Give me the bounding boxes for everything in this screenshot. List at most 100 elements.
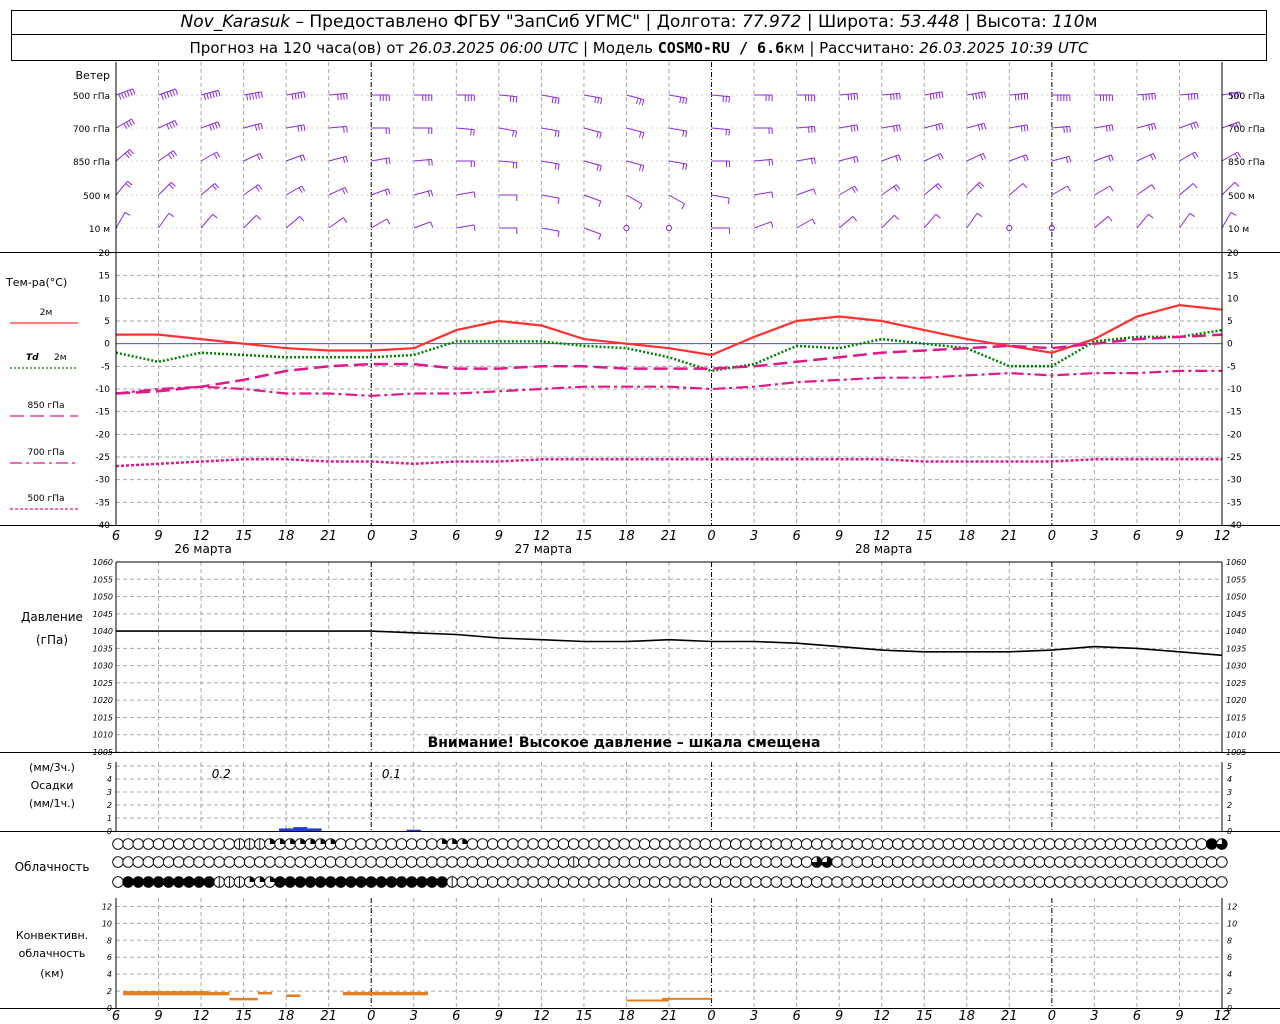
cloud-cover-circle: [780, 838, 793, 850]
cloud-cover-circle: [699, 838, 712, 850]
wind-barbs: [115, 88, 1242, 240]
wind-barb-feather: [771, 159, 774, 166]
cloud-cover-circle: [426, 856, 438, 868]
cloud-cover-circle: [1216, 876, 1228, 888]
cloud-cover-circle: [264, 856, 276, 868]
cloud-cover-circle: [365, 856, 377, 868]
wind-barb-feather: [1148, 213, 1154, 219]
wind-barb-staff: [1179, 212, 1191, 229]
cloud-cover-circle: [800, 876, 813, 888]
wind-barb-feather: [203, 94, 207, 101]
cloud-cover-circle: [740, 838, 752, 850]
wind-barb-staff: [1094, 216, 1109, 229]
conv-time-tick: 18: [278, 1009, 295, 1024]
cloud-cover-circle: [1013, 876, 1026, 888]
cloud-cover-circle: [1175, 838, 1188, 850]
wind-barb-feather: [303, 91, 306, 98]
wind-barb-feather: [1020, 125, 1023, 132]
cloud-cover-circle: [689, 856, 702, 868]
cloud-cover-circle: [567, 876, 580, 888]
wind-barb-feather: [1067, 185, 1071, 192]
precip-tick-left: 0: [107, 827, 112, 836]
cloud-cover-circle: [112, 856, 124, 868]
conv-tick-right: 8: [1227, 936, 1232, 945]
wind-barb-feather: [597, 97, 600, 104]
convective-cloud-bar: [661, 997, 712, 1000]
wind-barb-feather: [428, 159, 430, 166]
pressure-tick-left: 1015: [93, 713, 113, 722]
conv-time-tick: 12: [1214, 1009, 1231, 1024]
cloud-cover-circle: [537, 856, 550, 868]
cloud-cover-circle: [973, 838, 985, 850]
temp-tick-left: 5: [104, 317, 110, 327]
temp-tick-left: 10: [99, 294, 111, 304]
wind-barb-feather: [641, 132, 645, 139]
cloud-cover-circle: [730, 876, 742, 888]
wind-barb-feather: [211, 123, 215, 130]
cloud-cover-circle: [122, 876, 134, 888]
wind-barb-staff: [881, 184, 897, 196]
wind-level-label: 10 м: [89, 225, 110, 235]
wind-barb-staff: [583, 227, 602, 235]
cloud-cover-circle: [324, 856, 337, 868]
temp-time-tick: 0: [367, 529, 375, 544]
precip-tick-left: 4: [107, 775, 112, 784]
cloud-cover-circle: [294, 856, 307, 868]
cloud-cover-circle: [395, 876, 408, 888]
wind-barb-feather: [1014, 94, 1017, 101]
cloud-cover-circle: [902, 876, 914, 888]
wind-barb-staff: [881, 214, 895, 229]
pressure-tick-left: 1060: [93, 558, 113, 567]
wind-barb-staff: [626, 194, 643, 205]
cloud-cover-circle: [324, 876, 337, 888]
wind-barb-feather: [981, 92, 984, 99]
cloud-cover-circle: [557, 838, 570, 850]
cloud-cover-circle: [770, 876, 783, 888]
cloud-cover-circle: [1054, 838, 1066, 850]
cloud-cover-circle: [811, 876, 823, 888]
cloud-cover-circle: [294, 876, 307, 888]
cloud-cover-circle: [416, 856, 428, 868]
wind-barb-feather: [1196, 93, 1199, 100]
cloud-cover-circle: [416, 838, 428, 850]
wind-barb-staff: [1136, 213, 1149, 229]
cloud-cover-circle: [730, 856, 742, 868]
wind-barb-feather: [257, 184, 263, 190]
cloud-cover-circle: [598, 856, 610, 868]
precip-annotation: 0.1: [382, 767, 401, 781]
cloud-cover-circle: [1205, 876, 1218, 888]
cloud-cover-circle: [719, 876, 732, 888]
wind-barb-feather: [685, 164, 688, 171]
cloud-cover-circle: [902, 838, 914, 850]
conv-time-tick: 9: [495, 1009, 503, 1024]
cloud-cover-circle: [1084, 876, 1096, 888]
cloud-cover-circle: [497, 838, 509, 850]
cloud-cover-circle: [314, 856, 327, 868]
legend-label: 2м: [40, 308, 53, 318]
precip-tick-right: 3: [1227, 788, 1232, 797]
cloud-cover-circle: [983, 856, 995, 868]
cloud-cover-circle: [851, 838, 864, 850]
wind-barb-staff: [838, 216, 854, 229]
wind-barb-feather: [894, 214, 900, 220]
conv-time-tick: 21: [1001, 1009, 1018, 1024]
wind-barb-feather: [118, 93, 122, 100]
wind-barb-feather: [814, 126, 816, 133]
wind-barb-feather: [941, 91, 944, 98]
conv-tick-right: 4: [1227, 970, 1232, 979]
cloud-cover-circle: [152, 856, 165, 868]
pressure-tick-right: 1045: [1226, 610, 1246, 619]
cloud-cover-circle: [254, 856, 266, 868]
cloud-cover-circle: [1135, 838, 1147, 850]
wind-barb-feather: [679, 96, 682, 104]
wind-barb-feather: [515, 131, 518, 138]
wind-barb-feather: [172, 150, 178, 156]
cloud-cover-circle: [1084, 856, 1096, 868]
wind-barb-feather: [725, 96, 727, 103]
cloud-cover-circle: [821, 876, 833, 888]
temperature-series: [115, 303, 1223, 468]
cloud-cover-circle: [1074, 856, 1086, 868]
wind-barb-feather: [1023, 93, 1026, 100]
pressure-tick-left: 1055: [93, 575, 113, 584]
cloud-cover-circle: [628, 838, 641, 850]
